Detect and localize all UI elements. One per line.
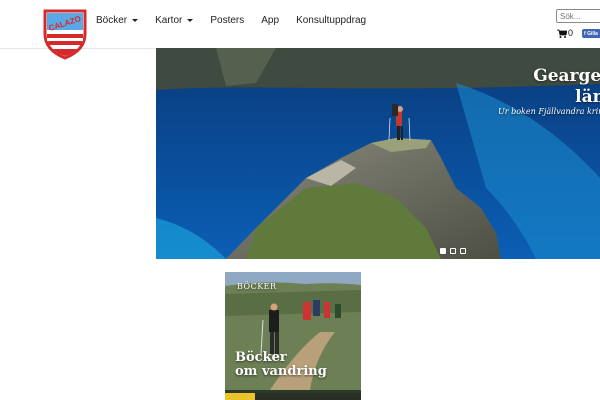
- card-title: Böcker om vandring: [235, 350, 327, 379]
- slider-dot[interactable]: [450, 248, 456, 254]
- site-header: CALAZO Böcker Kartor Posters App Konsult…: [0, 0, 600, 60]
- facebook-like-label: Gillа: [587, 30, 598, 37]
- nav-item-kartor[interactable]: Kartor: [155, 13, 194, 27]
- hero-subtitle: Ur boken Fjällvandra kring K: [498, 107, 600, 116]
- card-category-tag: BÖCKER: [237, 282, 277, 291]
- slider-dot[interactable]: [440, 248, 446, 254]
- nav-item-label: Konsultuppdrag: [296, 14, 367, 26]
- nav-item-label: Kartor: [155, 14, 183, 26]
- nav-item-bocker[interactable]: Böcker: [96, 13, 139, 27]
- nav-item-konsultuppdrag[interactable]: Konsultuppdrag: [296, 13, 366, 27]
- main-nav: Böcker Kartor Posters App Konsultuppdrag: [96, 13, 383, 27]
- cart-button[interactable]: 0: [557, 28, 573, 38]
- nav-item-label: Böcker: [96, 14, 128, 26]
- search-input[interactable]: [556, 9, 600, 23]
- chevron-down-icon: [187, 18, 194, 22]
- books-category-card[interactable]: BÖCKER Böcker om vandring: [225, 272, 361, 390]
- nav-item-posters[interactable]: Posters: [210, 13, 244, 27]
- cart-icon: [557, 29, 567, 38]
- hero-slider[interactable]: Geargevág lämna Ur boken Fjällvandra kri…: [156, 48, 600, 259]
- slider-indicators: [440, 248, 466, 254]
- next-card-preview: [225, 390, 361, 400]
- hero-title: Geargevág lämna: [533, 66, 600, 107]
- nav-item-label: Posters: [210, 14, 245, 26]
- slider-dot[interactable]: [460, 248, 466, 254]
- chevron-down-icon: [132, 18, 139, 22]
- nav-item-app[interactable]: App: [261, 13, 279, 27]
- calazo-logo[interactable]: CALAZO: [42, 8, 88, 60]
- nav-item-label: App: [261, 14, 280, 26]
- cart-count: 0: [568, 28, 574, 38]
- facebook-like-button[interactable]: f Gillа: [582, 29, 600, 38]
